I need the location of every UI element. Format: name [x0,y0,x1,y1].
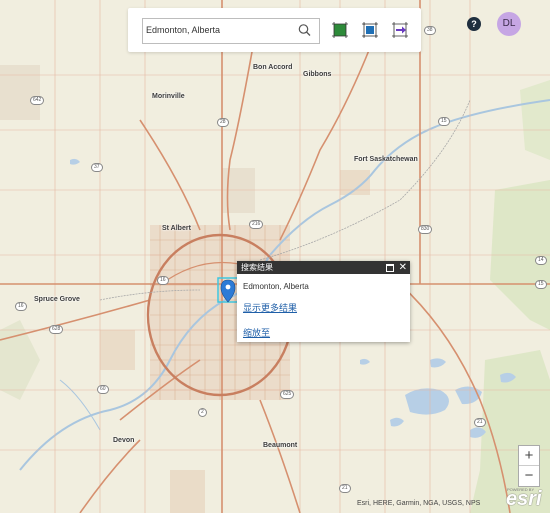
highway-shield: 216 [249,220,264,229]
highway-shield: 14 [535,256,547,265]
highway-shield: 60 [97,385,109,394]
search-toolbar: ✕ [128,8,421,52]
map-attribution[interactable]: Esri, HERE, Garmin, NGA, USGS, NPS [357,500,480,507]
search-icon [298,24,311,36]
place-label: Bon Accord [253,64,293,71]
zoom-box-button[interactable] [361,21,379,39]
popup-header-title: 搜索结果 [241,263,273,272]
highway-shield: 37 [91,163,103,172]
search-input[interactable] [143,19,274,41]
search-result-popup: 搜索结果 ✕ Edmonton, Alberta 显示更多结果 缩放至 [237,261,410,342]
place-label: Devon [113,437,135,444]
place-label: Spruce Grove [34,296,80,303]
place-label: Morinville [152,93,185,100]
basemap[interactable] [0,0,550,513]
highway-shield: 21 [339,484,351,493]
help-button[interactable]: ? [467,17,481,31]
zoom-in-button[interactable]: + [519,446,539,466]
place-label: St Albert [162,225,191,232]
highway-shield: 21 [474,418,486,427]
place-label-text: Fort Saskatchewan [354,156,418,163]
place-label: Gibbons [303,71,332,78]
highway-shield: 28 [217,118,229,127]
place-label: Beaumont [263,442,298,449]
highway-shield: 16 [15,302,27,311]
zoom-control: + − [518,445,540,487]
highway-shield: 642 [30,96,45,105]
measure-arrow-icon [392,22,408,38]
highway-shield: 625 [280,390,295,399]
highway-shield: 830 [418,225,433,234]
search-button[interactable] [291,18,320,44]
select-extent-icon [332,22,348,38]
highway-shield: 38 [424,26,436,35]
more-results-link[interactable]: 显示更多结果 [243,301,297,314]
popup-header: 搜索结果 ✕ [237,261,410,274]
zoom-out-button[interactable]: − [519,466,539,486]
popup-result-title: Edmonton, Alberta [243,282,309,291]
avatar-initials: DL [502,18,516,29]
esri-logo[interactable]: esri [506,488,542,511]
select-extent-button[interactable] [331,21,349,39]
highway-shield: 16 [157,276,169,285]
highway-shield: 2 [198,408,207,417]
measure-button[interactable] [391,21,409,39]
zoom-box-icon [362,22,378,38]
highway-shield: 15 [438,117,450,126]
zoom-to-link[interactable]: 缩放至 [243,326,270,339]
maximize-icon[interactable] [386,264,394,272]
avatar[interactable]: DL [497,12,521,36]
highway-shield: 628 [49,325,64,334]
place-label: Fort Saskatchewan [354,156,418,164]
close-icon[interactable]: ✕ [399,261,407,274]
highway-shield: 15 [535,280,547,289]
help-icon: ? [471,19,477,29]
